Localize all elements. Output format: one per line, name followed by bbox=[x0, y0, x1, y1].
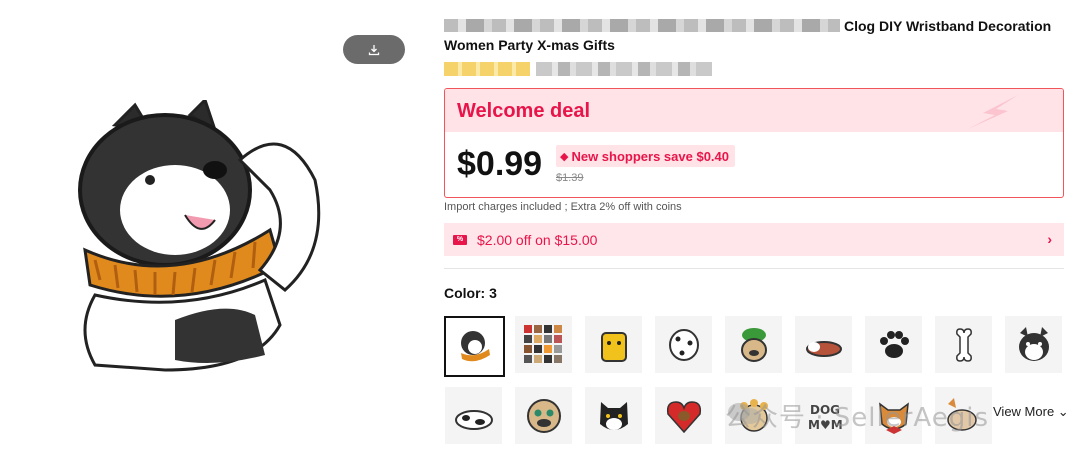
download-icon bbox=[368, 44, 380, 55]
import-note: Import charges included ; Extra 2% off w… bbox=[444, 201, 682, 213]
swatch-paw-print[interactable] bbox=[865, 316, 922, 373]
lightning-icon bbox=[968, 95, 1018, 129]
swatch-lying-dog[interactable] bbox=[795, 316, 852, 373]
chevron-down-icon: ⌄ bbox=[1054, 404, 1069, 419]
swatch-cow-dog[interactable] bbox=[445, 387, 502, 444]
swatch-yellow-dog[interactable] bbox=[585, 316, 642, 373]
swatch-pug-frog-hat[interactable] bbox=[725, 316, 782, 373]
deal-header: Welcome deal bbox=[445, 89, 1063, 132]
color-label: Color: 3 bbox=[444, 285, 497, 301]
swatch-husky-face[interactable] bbox=[1005, 316, 1062, 373]
tag-icon: ◆ bbox=[560, 150, 569, 163]
swatch-dalmatian[interactable] bbox=[655, 316, 712, 373]
coupon-banner[interactable]: % $2.00 off on $15.00 › bbox=[444, 223, 1064, 256]
watermark-text: 公众号 · SellerAegis bbox=[725, 403, 990, 433]
coupon-text: $2.00 off on $15.00 bbox=[477, 231, 598, 248]
view-more-link[interactable]: View More ⌄ bbox=[993, 404, 1069, 420]
swatch-heart-dog[interactable] bbox=[655, 387, 712, 444]
divider bbox=[444, 268, 1064, 269]
chevron-right-icon: › bbox=[1047, 231, 1052, 247]
new-shopper-badge: ◆ New shoppers save $0.40 bbox=[556, 145, 735, 167]
product-main-image[interactable] bbox=[55, 100, 335, 390]
current-price: $0.99 bbox=[457, 145, 543, 183]
swatch-black-shiba[interactable] bbox=[585, 387, 642, 444]
download-button[interactable] bbox=[343, 35, 405, 64]
star-rating bbox=[444, 62, 530, 76]
original-price: $1.39 bbox=[556, 172, 584, 184]
deal-title: Welcome deal bbox=[457, 100, 591, 122]
coupon-icon: % bbox=[453, 234, 467, 245]
rating-row[interactable] bbox=[444, 62, 714, 76]
view-more-text: View More bbox=[993, 404, 1055, 419]
new-shopper-badge-text: New shoppers save $0.40 bbox=[571, 148, 729, 164]
swatch-husky-scarf[interactable] bbox=[444, 316, 505, 377]
product-gallery bbox=[0, 0, 420, 459]
swatch-pug-face[interactable] bbox=[515, 387, 572, 444]
redacted-review-info bbox=[536, 62, 712, 76]
redacted-title-text bbox=[444, 19, 840, 32]
product-title: Clog DIY Wristband Decoration Women Part… bbox=[444, 17, 1064, 55]
welcome-deal-box: Welcome deal $0.99 ◆ New shoppers save $… bbox=[444, 88, 1064, 198]
swatch-bone[interactable] bbox=[935, 316, 992, 373]
swatch-sticker-set[interactable] bbox=[515, 316, 572, 373]
